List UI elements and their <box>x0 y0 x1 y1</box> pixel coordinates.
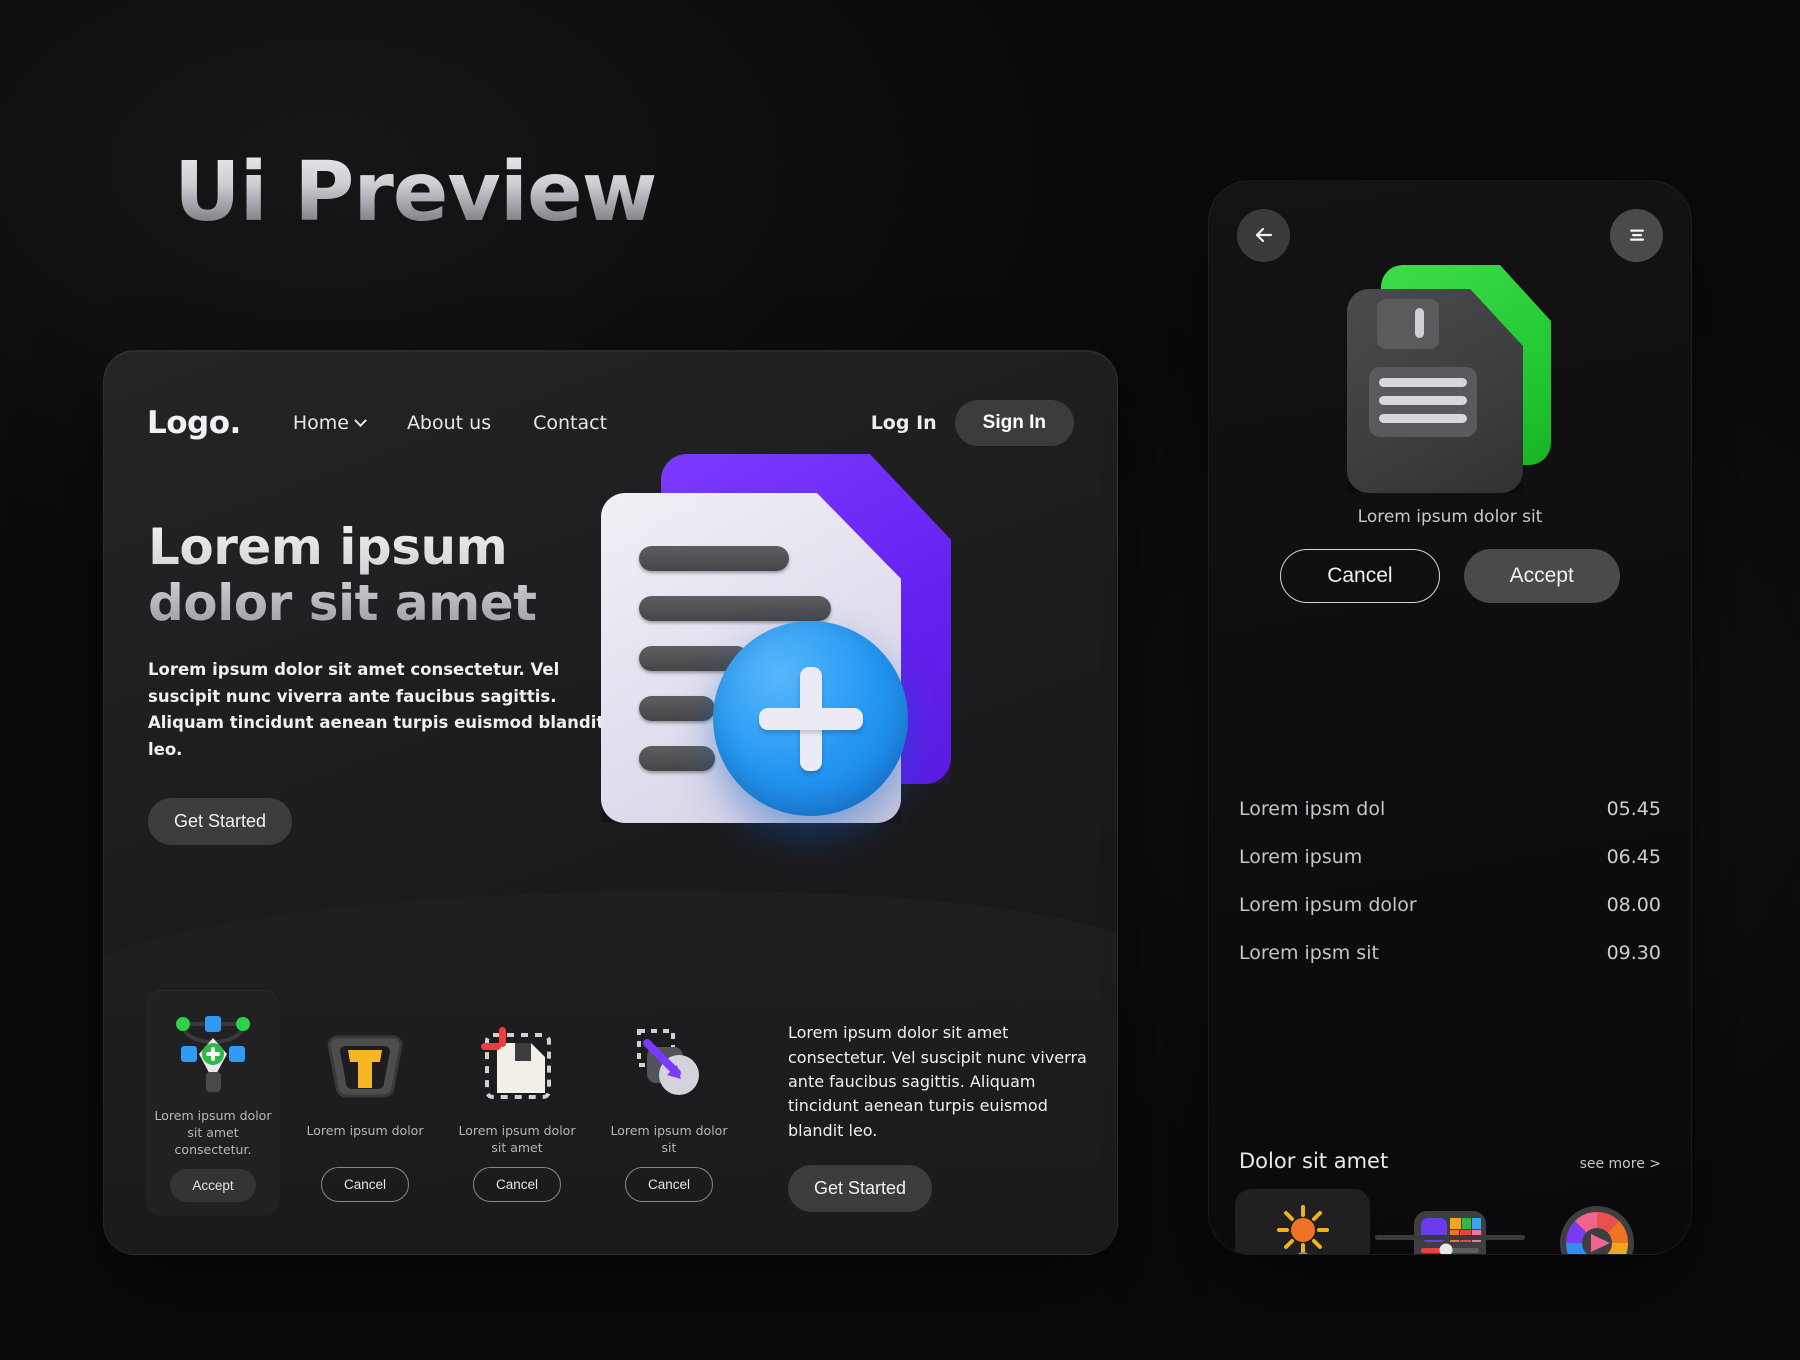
list-item[interactable]: Lorem ipsum 06.45 <box>1239 833 1661 881</box>
list-item-label: Lorem ipsm dol <box>1239 798 1386 820</box>
list-item-time: 09.30 <box>1606 942 1661 964</box>
phone-topbar <box>1237 207 1663 263</box>
list-item-time: 08.00 <box>1606 894 1661 916</box>
phone-card-color-wheel[interactable]: Lorem ipsum dolor sit Cancel <box>1530 1189 1665 1254</box>
doc-line <box>639 596 831 621</box>
feature-card-row: Lorem ipsum dolor sit amet consectetur. … <box>146 990 1093 1216</box>
nav-item-contact[interactable]: Contact <box>533 412 607 434</box>
feature-card-caption: Lorem ipsum dolor sit amet <box>458 1123 576 1155</box>
feature-card-caption: Lorem ipsum dolor sit amet consectetur. <box>154 1108 272 1158</box>
feature-card-caption: Lorem ipsum dolor sit <box>610 1123 728 1155</box>
text-tool-icon <box>317 1017 413 1113</box>
floppy-shutter <box>1377 299 1439 349</box>
nav-item-about[interactable]: About us <box>407 412 491 434</box>
feature-cancel-button[interactable]: Cancel <box>624 1167 714 1202</box>
chevron-down-icon <box>354 413 367 427</box>
feature-card-crop-document[interactable]: Lorem ipsum dolor sit amet Cancel <box>450 1005 584 1216</box>
pen-tool-icon <box>165 1002 261 1098</box>
list-item[interactable]: Lorem ipsm dol 05.45 <box>1239 785 1661 833</box>
phone-card-color-mixer[interactable]: Lorem ipsum dolor Cancel <box>1382 1189 1517 1254</box>
list-item-label: Lorem ipsm sit <box>1239 942 1379 964</box>
label-line <box>1379 396 1467 405</box>
feature-card-caption: Lorem ipsum dolor <box>306 1123 424 1138</box>
phone-section-header: Dolor sit amet see more > <box>1239 1149 1661 1173</box>
feature-card-move-shapes[interactable]: Lorem ipsum dolor sit Cancel <box>602 1005 736 1216</box>
color-mixer-icon <box>1408 1201 1492 1254</box>
hero-paragraph: Lorem ipsum dolor sit amet consectetur. … <box>148 660 605 760</box>
plus-badge-icon <box>713 621 908 816</box>
nav-actions: Log In Sign In <box>871 400 1074 446</box>
hero-section: Lorem ipsum dolor sit amet Lorem ipsum d… <box>148 519 618 845</box>
floppy-label <box>1369 367 1477 437</box>
feature-cancel-button[interactable]: Cancel <box>472 1167 562 1202</box>
feature-get-started-button[interactable]: Get Started <box>788 1165 933 1212</box>
phone-hero-caption: Lorem ipsum dolor sit <box>1357 507 1543 527</box>
list-item[interactable]: Lorem ipsm sit 09.30 <box>1239 929 1661 977</box>
hero-heading-line1: Lorem ipsum <box>148 518 508 576</box>
navbar: Logo. Home About us Contact Log In Sign … <box>147 399 1074 447</box>
doc-line <box>639 546 789 571</box>
feature-cancel-button[interactable]: Cancel <box>320 1167 410 1202</box>
phone-card-brightness[interactable]: Lorem ipsum dolor sit amet consectetur. … <box>1235 1189 1371 1254</box>
home-indicator <box>1375 1235 1525 1240</box>
feature-card-pen-tool[interactable]: Lorem ipsum dolor sit amet consectetur. … <box>146 990 280 1216</box>
arrow-left-icon <box>1255 227 1272 243</box>
list-item-time: 05.45 <box>1606 798 1661 820</box>
hamburger-menu-icon <box>1629 229 1644 241</box>
crop-document-icon <box>469 1017 565 1113</box>
screen-root: Ui Preview Logo. Home About us Contact L… <box>0 0 1800 1360</box>
hero-heading-line2: dolor sit amet <box>148 574 537 632</box>
label-line <box>1379 378 1467 387</box>
see-more-link[interactable]: see more > <box>1580 1156 1661 1172</box>
menu-button[interactable] <box>1610 208 1663 262</box>
section-title: Dolor sit amet <box>1239 1149 1389 1173</box>
phone-accept-button[interactable]: Accept <box>1463 549 1620 603</box>
nav-item-home-label: Home <box>292 412 349 434</box>
phone-card-row: Lorem ipsum dolor sit amet consectetur. … <box>1235 1189 1665 1254</box>
move-shapes-icon <box>621 1017 717 1113</box>
color-wheel-icon <box>1555 1201 1639 1254</box>
doc-line <box>639 746 715 771</box>
feature-accept-button[interactable]: Accept <box>170 1169 256 1202</box>
label-line <box>1379 414 1467 423</box>
list-item-label: Lorem ipsum dolor <box>1239 894 1417 916</box>
back-button[interactable] <box>1237 208 1290 262</box>
desktop-preview-card: Logo. Home About us Contact Log In Sign … <box>103 350 1118 1255</box>
phone-cancel-button[interactable]: Cancel <box>1280 549 1440 603</box>
save-front-sheet <box>1347 289 1523 493</box>
login-link[interactable]: Log In <box>871 412 937 434</box>
phone-list: Lorem ipsm dol 05.45 Lorem ipsum 06.45 L… <box>1239 785 1661 977</box>
feature-card-text-tool[interactable]: Lorem ipsum dolor Cancel <box>298 1005 432 1216</box>
list-item-label: Lorem ipsum <box>1239 846 1363 868</box>
phone-hero: Lorem ipsum dolor sit Cancel Accept <box>1209 265 1691 603</box>
feature-side-text-block: Lorem ipsum dolor sit amet consectetur. … <box>788 1021 1093 1212</box>
mobile-preview-card: Lorem ipsum dolor sit Cancel Accept Lore… <box>1208 180 1692 1255</box>
brightness-sliders-icon <box>1261 1201 1345 1254</box>
hero-get-started-button[interactable]: Get Started <box>148 797 293 845</box>
hero-heading: Lorem ipsum dolor sit amet <box>148 519 618 631</box>
page-title: Ui Preview <box>174 145 657 240</box>
phone-hero-actions: Cancel Accept <box>1280 549 1620 603</box>
logo[interactable]: Logo. <box>147 405 241 441</box>
document-add-icon <box>601 446 971 846</box>
save-document-icon <box>1347 265 1553 493</box>
list-item-time: 06.45 <box>1606 846 1661 868</box>
list-item[interactable]: Lorem ipsum dolor 08.00 <box>1239 881 1661 929</box>
nav-item-home[interactable]: Home <box>292 412 367 434</box>
feature-side-paragraph: Lorem ipsum dolor sit amet consectetur. … <box>788 1023 1087 1140</box>
signin-button[interactable]: Sign In <box>954 400 1074 446</box>
nav-links: Home About us Contact <box>293 412 607 434</box>
doc-line <box>639 696 715 721</box>
